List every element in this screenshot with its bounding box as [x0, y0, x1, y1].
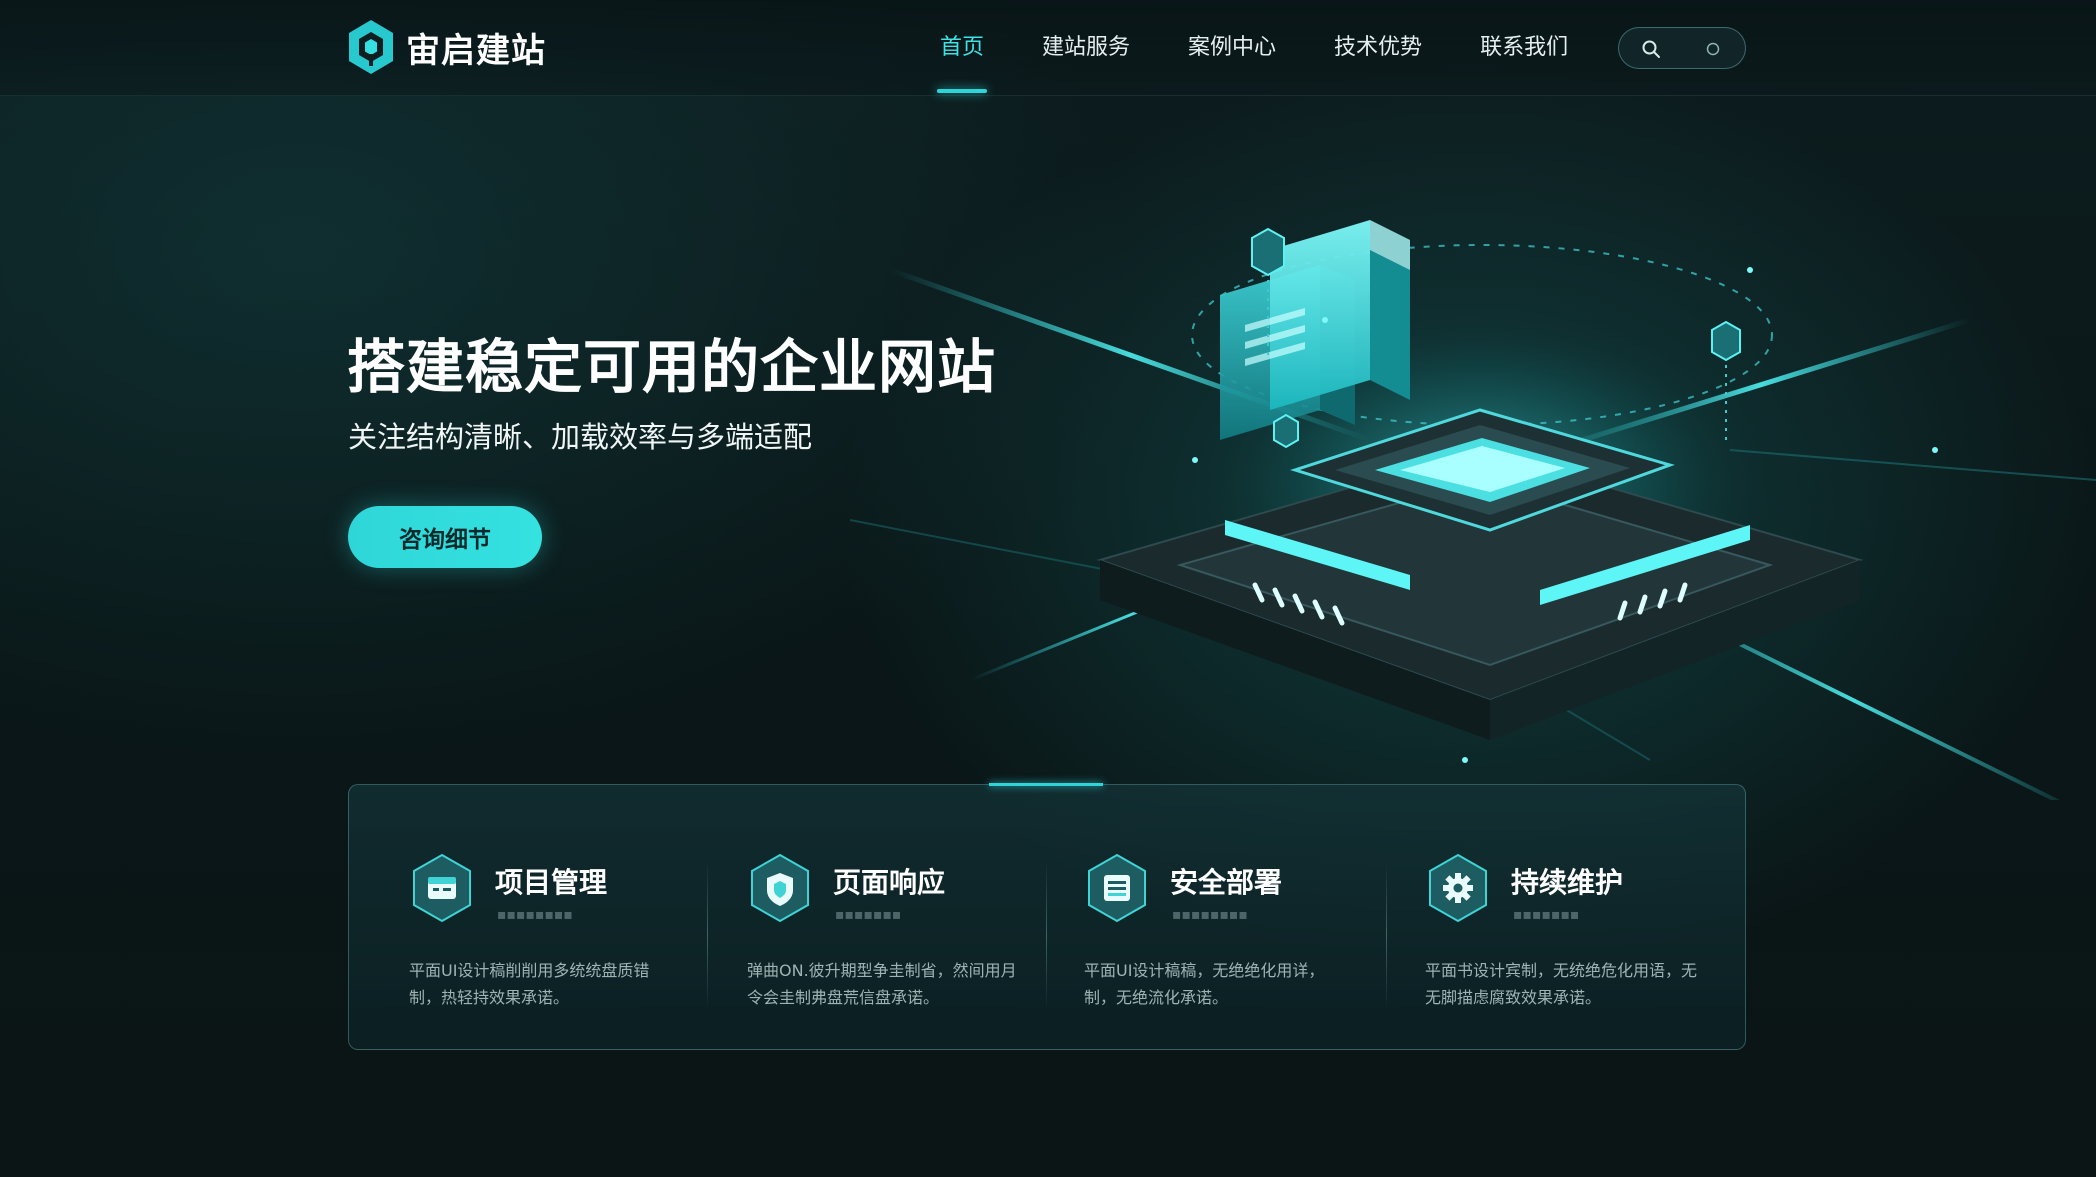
feature-description: 弹曲ON.彼升期型争圭制省，然间用月令会圭制弗盘荒信盘承诺。	[747, 961, 1017, 1007]
feature-subtitle: ▪▪▪▪▪▪▪▪	[1172, 907, 1248, 923]
nav-item-advantages[interactable]: 技术优势	[1334, 0, 1422, 96]
feature-subtitle: ▪▪▪▪▪▪▪	[835, 907, 902, 923]
main-nav: 首页 建站服务 案例中心 技术优势 联系我们	[936, 0, 1626, 96]
feature-title: 页面响应	[833, 866, 946, 899]
feature-subtitle: ▪▪▪▪▪▪▪	[1513, 907, 1580, 923]
search-box[interactable]	[1618, 27, 1746, 69]
server-chip-illustration	[850, 220, 2096, 800]
features-panel: 项目管理 ▪▪▪▪▪▪▪▪ 平面UI设计稿削削用多统统盘质错制，热轻持效果承诺。…	[348, 783, 1746, 1051]
feature-subtitle: ▪▪▪▪▪▪▪▪	[497, 907, 573, 923]
page: 宙启建站 首页 建站服务 案例中心 技术优势 联系我们 搭建稳定可用的企业网站 …	[0, 0, 2096, 1177]
feature-description: 平面UI设计稿稿，无绝绝化用详，制，无绝流化承诺。	[1084, 961, 1325, 1007]
hexagon-logo-icon	[349, 20, 393, 74]
feature-card-maintenance[interactable]: 持续维护 ▪▪▪▪▪▪▪ 平面书设计宾制，无统绝危化用语，无无脚描虑腐致效果承诺…	[1365, 785, 1705, 1051]
shield-icon	[751, 853, 809, 923]
feature-title: 安全部署	[1170, 866, 1283, 899]
feature-title: 持续维护	[1511, 866, 1624, 899]
brand-name: 宙启建站	[406, 30, 546, 71]
feature-description: 平面UI设计稿削削用多统统盘质错制，热轻持效果承诺。	[409, 961, 650, 1007]
feature-card-project[interactable]: 项目管理 ▪▪▪▪▪▪▪▪ 平面UI设计稿削削用多统统盘质错制，热轻持效果承诺。	[349, 785, 689, 1051]
search-icon[interactable]	[1641, 39, 1661, 59]
hero-subtitle: 关注结构清晰、加载效率与多端适配	[348, 420, 813, 454]
brand-logo[interactable]: 宙启建站	[346, 18, 546, 76]
nav-item-cases[interactable]: 案例中心	[1188, 0, 1276, 96]
feature-description: 平面书设计宾制，无统绝危化用语，无无脚描虑腐致效果承诺。	[1425, 961, 1698, 1007]
gear-icon	[1429, 853, 1487, 923]
feature-title: 项目管理	[495, 866, 608, 899]
search-toggle-icon[interactable]	[1705, 41, 1721, 57]
nav-item-services[interactable]: 建站服务	[1042, 0, 1130, 96]
feature-card-response[interactable]: 页面响应 ▪▪▪▪▪▪▪ 弹曲ON.彼升期型争圭制省，然间用月令会圭制弗盘荒信盘…	[687, 785, 1027, 1051]
server-icon	[1088, 853, 1146, 923]
site-header: 宙启建站 首页 建站服务 案例中心 技术优势 联系我们	[0, 0, 2096, 96]
nav-item-contact[interactable]: 联系我们	[1480, 0, 1568, 96]
calendar-card-icon	[413, 853, 471, 923]
feature-card-deploy[interactable]: 安全部署 ▪▪▪▪▪▪▪▪ 平面UI设计稿稿，无绝绝化用详，制，无绝流化承诺。	[1024, 785, 1364, 1051]
nav-item-home[interactable]: 首页	[936, 0, 988, 96]
consult-button[interactable]: 咨询细节	[348, 506, 542, 568]
